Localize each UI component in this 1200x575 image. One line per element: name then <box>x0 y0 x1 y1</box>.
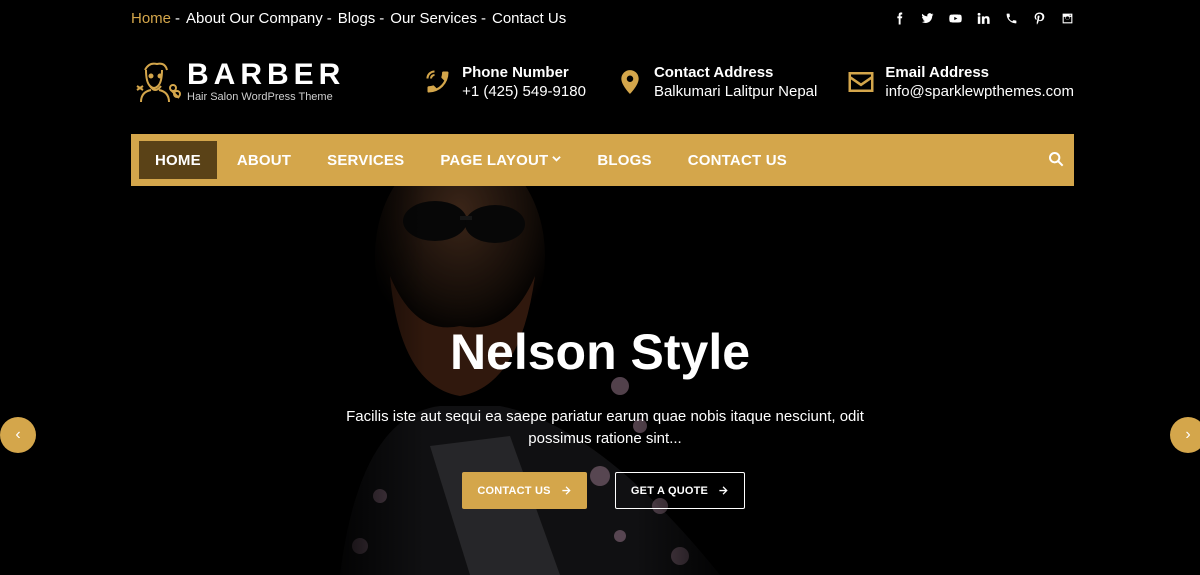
nav-item-label: PAGE LAYOUT <box>440 151 549 169</box>
top-link-contact[interactable]: Contact Us <box>492 10 566 27</box>
nav-item-label: SERVICES <box>327 151 405 169</box>
contact-email-title: Email Address <box>885 63 990 81</box>
contact-email-text: Email Address info@sparklewpthemes.com <box>885 64 1074 101</box>
contact-address-title: Contact Address <box>653 63 774 81</box>
top-link-separator: - <box>175 9 181 27</box>
youtube-icon[interactable] <box>948 11 962 25</box>
contact-us-button[interactable]: CONTACT US <box>462 472 587 509</box>
facebook-icon[interactable] <box>892 11 906 25</box>
nav-item-about[interactable]: ABOUT <box>221 141 307 179</box>
phone-icon <box>422 64 454 100</box>
phone-icon[interactable] <box>1004 11 1018 25</box>
contact-address: Contact Address Balkumari Lalitpur Nepal <box>614 64 817 101</box>
slider-next-button[interactable]: › <box>1170 417 1200 453</box>
arrow-right-icon <box>562 486 571 495</box>
contact-phone-title: Phone Number <box>462 63 569 81</box>
map-pin-icon <box>614 64 646 100</box>
linkedin-icon[interactable] <box>976 11 990 25</box>
logo-text: BARBER Hair Salon WordPress Theme <box>187 60 345 104</box>
nav-item-label: HOME <box>155 151 201 169</box>
arrow-right-icon <box>719 486 728 495</box>
get-a-quote-button[interactable]: GET A QUOTE <box>615 472 745 509</box>
barber-logo-icon <box>136 62 181 103</box>
search-icon[interactable] <box>1048 151 1066 169</box>
nav-item-home[interactable]: HOME <box>139 141 217 179</box>
hero-title: Nelson Style <box>449 324 751 380</box>
instagram-icon[interactable] <box>1060 11 1074 25</box>
chevron-down-icon <box>552 154 562 166</box>
site-logo[interactable]: BARBER Hair Salon WordPress Theme <box>131 56 345 108</box>
twitter-icon[interactable] <box>920 11 934 25</box>
nav-item-page-layout[interactable]: PAGE LAYOUT <box>424 141 577 179</box>
contact-phone-value[interactable]: +1 (425) 549-9180 <box>462 82 586 101</box>
site-header: BARBER Hair Salon WordPress Theme Phone … <box>131 56 1074 108</box>
top-link-home[interactable]: Home <box>131 10 171 27</box>
contact-email-value[interactable]: info@sparklewpthemes.com <box>885 82 1074 101</box>
nav-item-label: CONTACT US <box>687 151 787 169</box>
contact-email: Email Address info@sparklewpthemes.com <box>845 64 1074 101</box>
contact-phone-text: Phone Number +1 (425) 549-9180 <box>462 64 586 101</box>
top-links: Home - About Our Company - Blogs - Our Serv… <box>131 10 566 27</box>
envelope-icon <box>845 64 877 100</box>
nav-item-services[interactable]: SERVICES <box>311 141 420 179</box>
main-nav: HOME ABOUT SERVICES PAGE LAYOUT BLOGS CO… <box>131 134 1074 186</box>
top-bar: Home - About Our Company - Blogs - Our Serv… <box>131 0 1074 36</box>
brand-tagline: Hair Salon WordPress Theme <box>187 91 333 103</box>
top-link-about[interactable]: About Our Company <box>186 10 323 27</box>
nav-item-blogs[interactable]: BLOGS <box>581 141 667 179</box>
contact-address-value: Balkumari Lalitpur Nepal <box>653 82 818 100</box>
contact-address-text: Contact Address Balkumari Lalitpur Nepal <box>654 64 817 101</box>
top-link-separator: - <box>379 9 385 27</box>
top-link-separator: - <box>326 9 332 27</box>
contact-phone: Phone Number +1 (425) 549-9180 <box>422 64 586 101</box>
contact-us-button-label: CONTACT US <box>477 484 551 497</box>
top-link-blogs[interactable]: Blogs <box>338 10 376 27</box>
nav-item-label: ABOUT <box>236 151 292 169</box>
hero-description: Facilis iste aut sequi ea saepe pariatur… <box>346 408 864 447</box>
top-link-separator: - <box>481 9 486 27</box>
nav-item-label: BLOGS <box>597 151 652 169</box>
get-a-quote-button-label: GET A QUOTE <box>630 484 709 497</box>
pinterest-icon[interactable] <box>1032 11 1046 25</box>
slider-prev-button[interactable]: ‹ <box>0 417 36 453</box>
brand-name: BARBER <box>187 58 346 91</box>
social-links <box>892 11 1074 25</box>
contact-info: Phone Number +1 (425) 549-9180 Contact A… <box>408 64 1074 101</box>
chevron-left-icon: ‹ <box>15 426 21 443</box>
chevron-right-icon: › <box>1185 426 1191 443</box>
nav-item-contact[interactable]: CONTACT US <box>672 141 803 179</box>
hero-slider: Nelson Style Facilis iste aut sequi ea s… <box>0 186 1200 575</box>
top-link-services[interactable]: Our Services <box>390 10 477 27</box>
